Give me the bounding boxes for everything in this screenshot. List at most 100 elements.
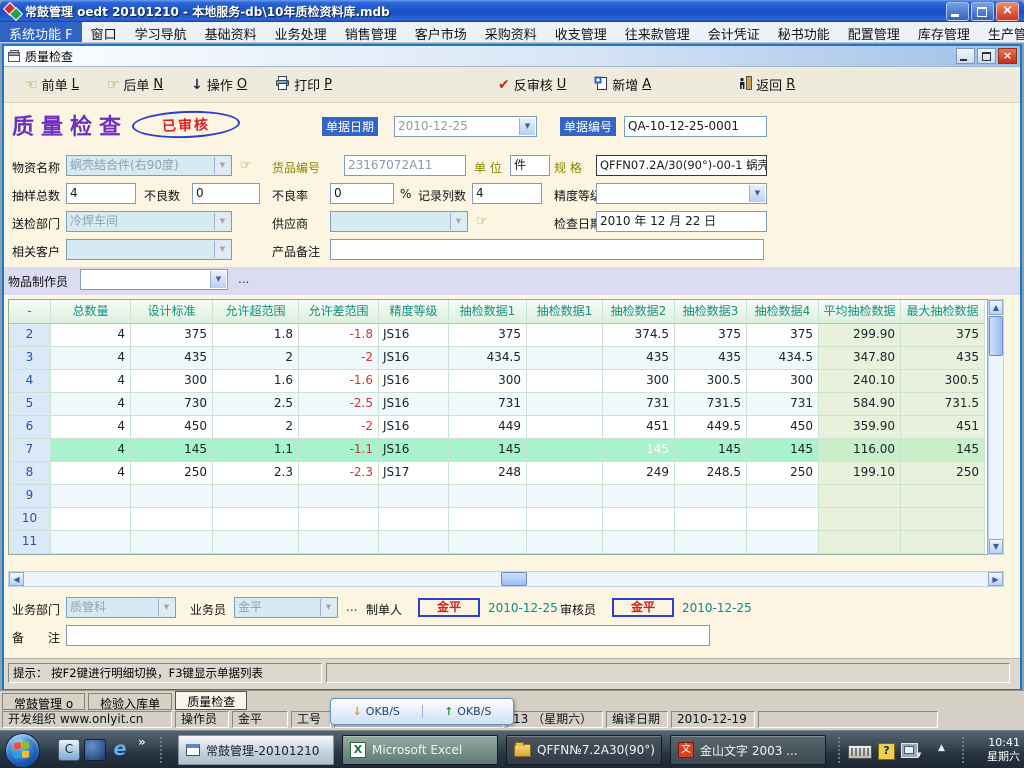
column-header[interactable]: 抽检数据1 <box>527 300 603 324</box>
menu-item-6[interactable]: 销售管理 <box>336 22 406 42</box>
cell[interactable] <box>819 508 901 531</box>
cell[interactable] <box>449 485 527 508</box>
cell[interactable] <box>379 531 449 554</box>
cell[interactable] <box>819 485 901 508</box>
cell[interactable] <box>131 531 213 554</box>
toolbar-button-N[interactable]: ☞后单N <box>100 71 170 98</box>
row-header[interactable]: 7 <box>9 439 51 462</box>
cell[interactable]: 449.5 <box>675 416 747 439</box>
cell[interactable] <box>213 485 299 508</box>
cell[interactable] <box>213 508 299 531</box>
chevron-down-icon[interactable]: ▼ <box>519 118 535 135</box>
mdi-tab-3[interactable]: 质量检查 <box>175 691 247 710</box>
cell[interactable]: 435 <box>901 347 985 370</box>
cell[interactable]: 731 <box>449 393 527 416</box>
chevron-down-icon[interactable]: ▼ <box>320 599 336 616</box>
cell[interactable]: 249 <box>603 462 675 485</box>
column-header[interactable]: 抽检数据2 <box>603 300 675 324</box>
toolbar-button-L[interactable]: ☜前单L <box>18 71 86 98</box>
cell[interactable] <box>299 485 379 508</box>
chevron-down-icon[interactable]: ▼ <box>214 213 230 230</box>
cell[interactable] <box>675 508 747 531</box>
cell[interactable]: 1.1 <box>213 439 299 462</box>
cell[interactable]: 731.5 <box>675 393 747 416</box>
cell[interactable]: -1.6 <box>299 370 379 393</box>
cell[interactable]: 451 <box>603 416 675 439</box>
cell[interactable]: 2 <box>213 416 299 439</box>
cell[interactable]: 731 <box>747 393 819 416</box>
task-button-3[interactable]: QFFN№7.2A30(90°) <box>506 735 662 765</box>
cell[interactable]: 347.80 <box>819 347 901 370</box>
tray-clock[interactable]: 10:41 星期六 <box>987 736 1020 764</box>
maker-combo[interactable]: ▼ <box>80 269 228 290</box>
row-header[interactable]: 6 <box>9 416 51 439</box>
cell[interactable] <box>901 531 985 554</box>
cell[interactable] <box>747 485 819 508</box>
menu-item-11[interactable]: 会计凭证 <box>699 22 769 42</box>
row-header[interactable]: 11 <box>9 531 51 554</box>
row-header[interactable]: 3 <box>9 347 51 370</box>
menu-item-12[interactable]: 秘书功能 <box>769 22 839 42</box>
toolbar-button-O[interactable]: ↓操作O <box>184 71 254 98</box>
bill-no-field[interactable]: QA-10-12-25-0001 <box>624 116 767 137</box>
cell[interactable] <box>131 485 213 508</box>
column-header[interactable]: 设计标准 <box>131 300 213 324</box>
cell[interactable] <box>379 485 449 508</box>
cell[interactable]: 250 <box>901 462 985 485</box>
cell[interactable]: 359.90 <box>819 416 901 439</box>
cell[interactable]: 2 <box>213 347 299 370</box>
tray-collapse-icon[interactable]: ▲ <box>938 743 945 753</box>
row-header[interactable]: 5 <box>9 393 51 416</box>
cell[interactable]: -2 <box>299 347 379 370</box>
cell[interactable]: 4 <box>51 462 131 485</box>
column-header[interactable]: - <box>9 300 51 324</box>
vertical-scrollbar[interactable]: ▲ ▼ <box>988 299 1004 555</box>
check-date-field[interactable]: 2010 年 12 月 22 日 <box>596 211 767 232</box>
scrollbar-thumb[interactable] <box>501 572 527 586</box>
cell[interactable]: 4 <box>51 370 131 393</box>
row-header[interactable]: 8 <box>9 462 51 485</box>
cell[interactable]: 375 <box>901 324 985 347</box>
cell[interactable]: 731.5 <box>901 393 985 416</box>
cell[interactable]: 375 <box>747 324 819 347</box>
cell[interactable]: 300 <box>747 370 819 393</box>
cell[interactable]: 1.8 <box>213 324 299 347</box>
cell[interactable]: 145 <box>131 439 213 462</box>
cell[interactable]: 4 <box>51 393 131 416</box>
dept-combo[interactable]: 冷焊车间▼ <box>66 211 232 232</box>
cell[interactable]: 4 <box>51 324 131 347</box>
precision-combo[interactable]: ▼ <box>596 183 767 204</box>
cell[interactable] <box>901 508 985 531</box>
menu-item-9[interactable]: 收支管理 <box>546 22 616 42</box>
cell[interactable] <box>675 485 747 508</box>
cell[interactable] <box>675 531 747 554</box>
cell[interactable]: JS16 <box>379 393 449 416</box>
cell[interactable] <box>527 531 603 554</box>
cell[interactable]: JS16 <box>379 416 449 439</box>
unit-field[interactable]: 件 <box>510 155 550 176</box>
column-header[interactable]: 允许差范围 <box>299 300 379 324</box>
cell[interactable]: 300 <box>449 370 527 393</box>
cell[interactable]: 584.90 <box>819 393 901 416</box>
menu-item-4[interactable]: 基础资料 <box>196 22 266 42</box>
cell[interactable]: 145 <box>901 439 985 462</box>
chevron-down-icon[interactable]: ▼ <box>214 157 230 174</box>
cell[interactable] <box>379 508 449 531</box>
help-tray-icon[interactable]: ? <box>878 743 895 760</box>
cell[interactable]: 434.5 <box>747 347 819 370</box>
toolbar-button-P[interactable]: 打印P <box>268 71 339 98</box>
row-header[interactable]: 2 <box>9 324 51 347</box>
sample-total-field[interactable]: 4 <box>66 183 136 204</box>
menu-item-14[interactable]: 库存管理 <box>909 22 979 42</box>
cell[interactable] <box>527 485 603 508</box>
scrollbar-thumb[interactable] <box>989 316 1003 356</box>
cell[interactable]: -2 <box>299 416 379 439</box>
scroll-left-icon[interactable]: ◀ <box>9 572 24 586</box>
cell[interactable]: JS16 <box>379 370 449 393</box>
cell[interactable]: 250 <box>747 462 819 485</box>
cell[interactable] <box>527 462 603 485</box>
cell[interactable]: 199.10 <box>819 462 901 485</box>
toolbar-button-R[interactable]: 返回R <box>730 71 802 98</box>
cell[interactable]: 4 <box>51 439 131 462</box>
item-no-field[interactable]: 23167072A11 <box>344 155 466 176</box>
